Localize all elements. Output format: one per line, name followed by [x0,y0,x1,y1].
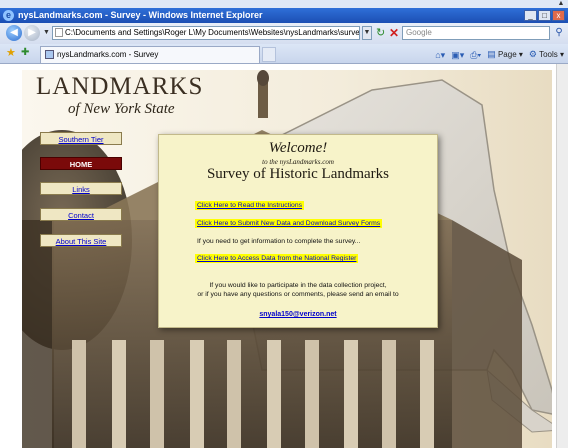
address-dropdown-button[interactable]: ▼ [362,26,372,40]
info-line: If you need to get information to comple… [197,238,361,245]
stop-icon[interactable]: ✕ [389,26,399,40]
site-subtitle: of New York State [68,101,175,117]
vertical-scrollbar[interactable] [556,64,568,448]
page-icon: ▤ [487,49,496,59]
scroll-up-icon[interactable]: ▲ [556,0,566,8]
email-link[interactable]: snyala150@verizon.net [159,311,437,318]
tab-survey[interactable]: nysLandmarks.com - Survey [40,46,260,63]
window-title-bar: e nysLandmarks.com - Survey - Windows In… [0,8,568,23]
nav-about[interactable]: About This Site [40,234,122,247]
welcome-heading: Welcome! [268,140,328,156]
command-bar: ⌂▾ ▣▾ ⎙▾ ▤ Page ▾ ⚙ Tools ▾ [435,47,564,62]
add-favorite-icon[interactable]: ✚ [21,47,29,59]
page-viewport: LANDMARKS of New York State Southern Tie… [0,64,568,448]
page-icon [55,28,63,37]
window-controls: _ □ x [524,10,565,21]
back-button[interactable]: ◀ [6,25,22,41]
search-input[interactable]: Google [402,26,550,40]
page-menu-label: Page [497,50,517,59]
tab-row: ★ ✚ nysLandmarks.com - Survey ⌂▾ ▣▾ ⎙▾ ▤… [0,44,568,64]
address-bar[interactable]: C:\Documents and Settings\Roger L\My Doc… [52,26,360,40]
welcome-to-line: to the nysLandmarks.com [262,158,334,166]
participate-line-1: If you would like to participate in the … [209,282,387,289]
gear-icon: ⚙ [528,49,537,59]
address-row: ◀ ▶ ▼ C:\Documents and Settings\Roger L\… [0,23,568,44]
nav-contact[interactable]: Contact [40,208,122,221]
window-title: nysLandmarks.com - Survey - Windows Inte… [18,10,263,20]
national-register-link[interactable]: Click Here to Access Data from the Natio… [195,254,359,263]
nav-home[interactable]: HOME [40,157,122,170]
history-dropdown-icon[interactable]: ▼ [43,29,50,36]
tools-menu[interactable]: ⚙ Tools ▾ [529,47,564,62]
submit-data-link[interactable]: Click Here to Submit New Data and Downlo… [195,219,383,228]
ie-logo-icon: e [3,10,14,21]
participate-line-2: or if you have any questions or comments… [197,291,399,298]
print-icon[interactable]: ⎙▾ [470,48,481,62]
favorites-star-icon[interactable]: ★ [6,47,16,59]
tab-page-icon [45,50,54,59]
feeds-icon[interactable]: ▣▾ [451,48,464,62]
read-instructions-link[interactable]: Click Here to Read the Instructions [195,201,305,210]
refresh-icon[interactable]: ↻ [376,27,385,39]
tab-label: nysLandmarks.com - Survey [57,50,159,59]
maximize-button[interactable]: □ [538,10,551,21]
address-url: C:\Documents and Settings\Roger L\My Doc… [65,28,360,37]
survey-title: Survey of Historic Landmarks [206,166,390,182]
welcome-panel: Welcome! to the nysLandmarks.com Survey … [158,134,438,328]
page-menu[interactable]: ▤ Page ▾ [487,47,523,62]
site-title: LANDMARKS [36,73,204,100]
nav-links[interactable]: Links [40,182,122,195]
search-icon[interactable]: ⚲ [552,26,566,40]
forward-button[interactable]: ▶ [24,25,40,41]
close-button[interactable]: x [552,10,565,21]
top-strip: ▲ [0,0,568,8]
minimize-button[interactable]: _ [524,10,537,21]
new-tab-button[interactable] [262,47,276,62]
nav-southern-tier[interactable]: Southern Tier [40,132,122,145]
home-icon[interactable]: ⌂▾ [435,48,445,62]
tools-menu-label: Tools [539,50,558,59]
